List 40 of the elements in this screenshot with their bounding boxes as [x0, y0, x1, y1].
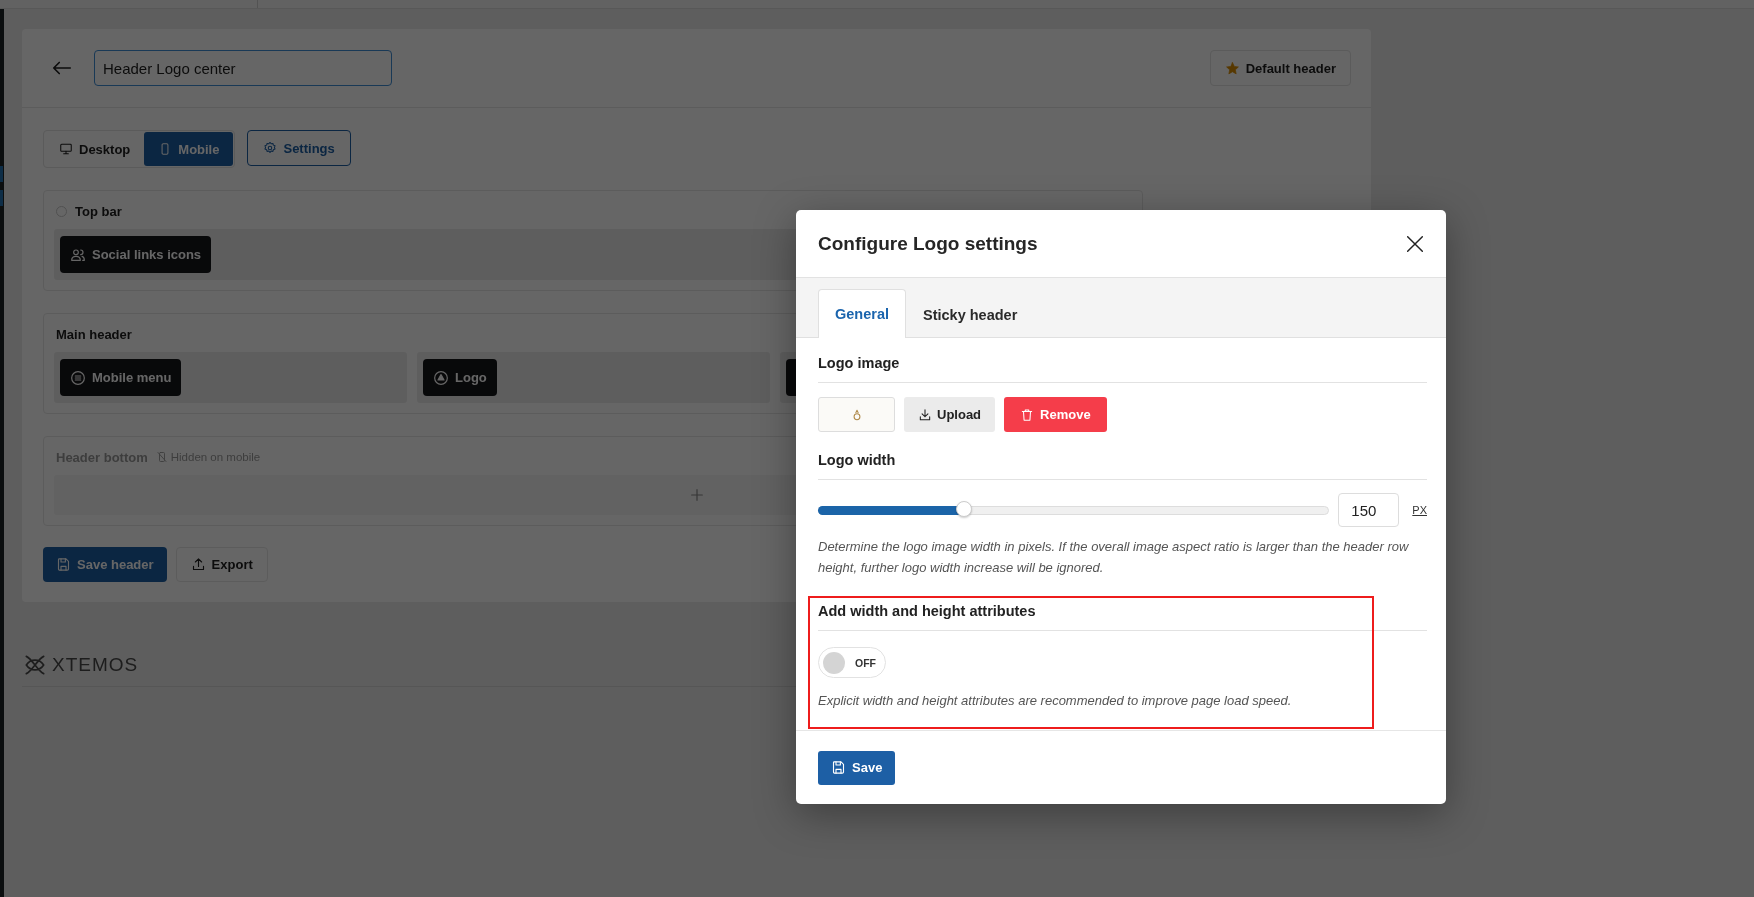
field-label: Add width and height attributes	[818, 603, 1427, 631]
slider-thumb[interactable]	[955, 500, 972, 517]
field-label: Logo width	[818, 452, 1427, 480]
dialog-tab[interactable]: Sticky header	[906, 290, 1035, 338]
trash-icon	[1020, 407, 1035, 422]
toggle-switch[interactable]: OFF	[818, 647, 886, 678]
field-label: Logo image	[818, 355, 1427, 383]
star-icon	[1224, 60, 1240, 76]
header-name-field[interactable]: Header Logo center	[94, 50, 392, 86]
dialog-title: Configure Logo settings	[818, 232, 1038, 255]
upload-button[interactable]: Upload	[904, 397, 996, 432]
dialog-tab[interactable]: General	[818, 289, 906, 338]
gear-icon	[263, 141, 278, 155]
row-title: Top bar	[75, 203, 122, 219]
users-icon	[70, 246, 86, 263]
monitor-icon	[59, 142, 73, 156]
brand-logo-text: XTEMOS	[52, 654, 139, 676]
save-icon	[831, 760, 846, 775]
view-tab[interactable]: Mobile	[144, 132, 234, 166]
save-icon	[56, 557, 71, 572]
export-button[interactable]: Export	[175, 547, 268, 582]
width-input[interactable]: 150	[1338, 493, 1400, 527]
element-chip[interactable]: Mobile menu	[60, 359, 182, 396]
view-tab[interactable]: Desktop	[45, 132, 145, 166]
row-title: Main header	[56, 326, 132, 342]
save-button[interactable]: Save	[818, 750, 896, 785]
help-text: Explicit width and height attributes are recommended to improve page load speed.	[818, 692, 1293, 710]
default-header-button[interactable]: Default header	[1209, 50, 1351, 86]
download-icon	[918, 407, 932, 422]
remove-button[interactable]: Remove	[1004, 397, 1107, 432]
settings-button[interactable]: Settings	[247, 130, 351, 166]
hidden-phone-icon	[155, 451, 168, 463]
help-text: Determine the logo image width in pixels. If the overall image aspect ratio is larger than the header row height, further logo width increase will be ignored.	[818, 538, 1410, 577]
upload-icon	[190, 557, 206, 572]
unit-link[interactable]: PX	[1412, 504, 1427, 516]
element-chip[interactable]: Social links icons	[60, 236, 212, 273]
plus-icon	[688, 487, 705, 503]
save-header-button[interactable]: Save header	[43, 547, 167, 582]
element-chip[interactable]: Logo	[423, 359, 497, 396]
menu-icon	[70, 369, 86, 386]
